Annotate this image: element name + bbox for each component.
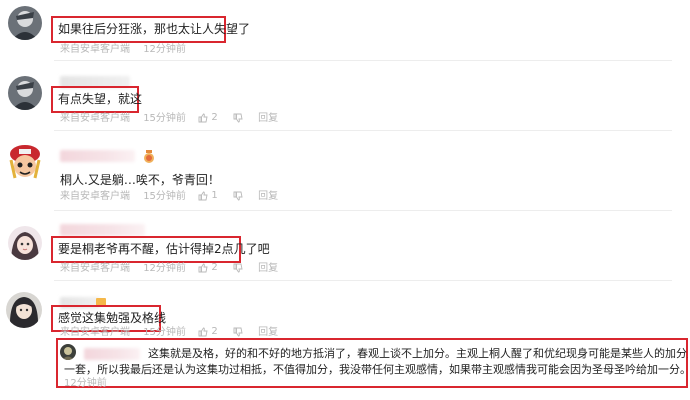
avatar[interactable] — [6, 140, 44, 180]
dislike-button[interactable] — [233, 191, 243, 203]
like-button[interactable]: 1 — [198, 190, 218, 203]
thumbs-down-icon — [233, 327, 243, 336]
thumbs-down-icon — [233, 263, 243, 272]
comment-text: 感觉这集勉强及格线 — [58, 311, 167, 325]
like-count: 2 — [211, 326, 218, 337]
comment-time: 15分钟前 — [143, 112, 186, 124]
comment-meta: 来自安卓客户端 12分钟前 2 回复 — [60, 262, 290, 276]
dislike-button[interactable] — [233, 113, 243, 125]
comment-source: 来自安卓客户端 — [60, 112, 130, 124]
divider — [54, 280, 672, 281]
like-count: 2 — [211, 262, 218, 273]
username-blurred — [60, 224, 145, 236]
comment-time: 12分钟前 — [143, 44, 186, 55]
avatar[interactable] — [6, 292, 42, 328]
comment-time: 12分钟前 — [143, 262, 186, 274]
thumbs-down-icon — [233, 113, 243, 122]
comment-source: 来自安卓客户端 — [60, 44, 130, 55]
divider — [54, 60, 672, 61]
like-count: 2 — [211, 112, 218, 123]
comment-text: 如果往后分狂涨，那也太让人失望了 — [58, 22, 251, 36]
like-button[interactable]: 2 — [198, 262, 218, 275]
reply-button[interactable]: 回复 — [258, 263, 278, 275]
divider — [54, 130, 672, 131]
reply-button[interactable]: 回复 — [258, 327, 278, 339]
username-blurred — [84, 348, 140, 360]
comment-meta: 来自安卓客户端 15分钟前 2 回复 — [60, 112, 290, 126]
thumbs-up-icon — [198, 263, 208, 273]
reply-time: 12分钟前 — [64, 378, 107, 389]
comment-meta: 来自安卓客户端 15分钟前 1 回复 — [60, 190, 290, 204]
comment-text: 要是桐老爷再不醒，估计得掉2点几了吧 — [58, 242, 270, 256]
divider — [54, 210, 672, 211]
comment-text: 有点失望，就这 — [58, 92, 143, 106]
dislike-button[interactable] — [233, 327, 243, 339]
comment-meta: 来自安卓客户端 12分钟前 — [60, 44, 195, 57]
comment-source: 来自安卓客户端 — [60, 326, 130, 338]
avatar[interactable] — [8, 226, 42, 260]
thumbs-up-icon — [198, 327, 208, 337]
medal-badge-icon — [143, 149, 155, 163]
dislike-button[interactable] — [233, 263, 243, 275]
reply-button[interactable]: 回复 — [258, 113, 278, 125]
avatar[interactable] — [60, 344, 76, 360]
username-blurred — [60, 150, 135, 162]
reply-text-line1: 这集就是及格，好的和不好的地方抵消了，春观上谈不上加分。主观上桐人醒了和优纪现身… — [148, 347, 688, 360]
comment-source: 来自安卓客户端 — [60, 190, 130, 202]
avatar[interactable] — [8, 6, 42, 40]
thumbs-up-icon — [198, 113, 208, 123]
comment-time: 15分钟前 — [143, 326, 186, 338]
like-count: 1 — [211, 190, 218, 201]
like-button[interactable]: 2 — [198, 112, 218, 125]
thumbs-up-icon — [198, 191, 208, 201]
reply-button[interactable]: 回复 — [258, 191, 278, 203]
reply-text-line2: 一套，所以我最后还是认为这集功过相抵，不值得加分，我没带任何主观感情，如果带主观… — [64, 363, 690, 376]
thumbs-down-icon — [233, 191, 243, 200]
comment-source: 来自安卓客户端 — [60, 262, 130, 274]
comment-text: 桐人.又是躺…唉不，爷青回！ — [60, 173, 220, 187]
comment-time: 15分钟前 — [143, 190, 186, 202]
avatar[interactable] — [8, 76, 42, 110]
